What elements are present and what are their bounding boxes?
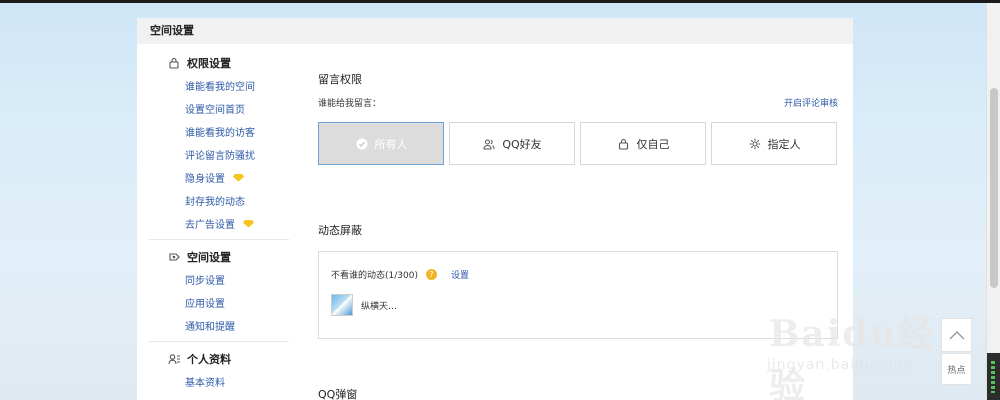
who-can-message-label: 谁能给我留言： <box>318 99 382 109</box>
lock-icon <box>167 56 181 70</box>
nav-item-label: 通知和提醒 <box>185 322 235 333</box>
side-widget[interactable] <box>987 353 1000 400</box>
hot-topics-label: 热点 <box>947 365 966 376</box>
baidu-jingyan-watermark: Baidu经验 jingyan.baidu.com <box>755 293 945 400</box>
nav-item-archive-feeds[interactable]: 封存我的动态 <box>149 189 289 212</box>
nav-head-space-settings[interactable]: 空间设置 <box>149 246 289 268</box>
message-permission-title: 留言权限 <box>318 73 362 86</box>
nav-item-remove-ads[interactable]: 去广告设置 <box>149 212 289 235</box>
profile-icon <box>167 352 181 366</box>
option-label: QQ好友 <box>502 137 542 151</box>
option-label: 指定人 <box>767 137 801 151</box>
nav-item-label: 去广告设置 <box>185 220 235 231</box>
nav-head-profile[interactable]: 个人资料 <box>149 348 289 370</box>
nav-head-permissions[interactable]: 权限设置 <box>149 52 289 74</box>
blocked-friend-name: 纵横天… <box>361 301 398 312</box>
signal-bars-icon <box>991 361 995 393</box>
enable-comment-review-link[interactable]: 开启评论审核 <box>784 96 838 112</box>
message-permission-options: 所有人 QQ好友 仅自己 指定人 <box>318 122 838 165</box>
nav-item-label: 基本资料 <box>185 378 225 389</box>
lock-icon <box>617 137 631 151</box>
watermark-url: jingyan.baidu.com <box>767 357 914 373</box>
option-label: 所有人 <box>374 137 408 151</box>
nav-item-label: 同步设置 <box>185 276 225 287</box>
nav-item-label: 谁能看我的访客 <box>185 128 255 139</box>
panel-title: 空间设置 <box>137 18 853 44</box>
nav-item-who-can-view-space[interactable]: 谁能看我的空间 <box>149 74 289 97</box>
nav-item-label: 隐身设置 <box>185 174 225 185</box>
blocked-friend-item[interactable]: 纵横天… <box>331 293 825 317</box>
nav-item-label: 应用设置 <box>185 299 225 310</box>
nav-item-basic-profile[interactable]: 基本资料 <box>149 370 289 393</box>
help-icon[interactable]: ? <box>425 268 437 280</box>
feed-block-settings-link[interactable]: 设置 <box>451 268 469 281</box>
settings-nav: 权限设置 谁能看我的空间 设置空间首页 谁能看我的访客 评论留言防骚扰 隐身设置… <box>149 52 289 400</box>
option-only-me[interactable]: 仅自己 <box>580 122 706 165</box>
nav-head-label: 权限设置 <box>187 57 231 70</box>
qq-popup-title: QQ弹窗 <box>318 388 358 400</box>
nav-head-label: 个人资料 <box>187 353 231 366</box>
option-specified-people[interactable]: 指定人 <box>711 122 837 165</box>
nav-item-sync-settings[interactable]: 同步设置 <box>149 268 289 291</box>
nav-item-set-homepage[interactable]: 设置空间首页 <box>149 97 289 120</box>
diamond-icon <box>233 173 244 182</box>
nav-item-notifications[interactable]: 通知和提醒 <box>149 314 289 337</box>
nav-item-anti-harassment[interactable]: 评论留言防骚扰 <box>149 143 289 166</box>
avatar <box>331 294 353 316</box>
nav-item-label: 评论留言防骚扰 <box>185 151 255 162</box>
nav-item-label: 谁能看我的空间 <box>185 82 255 93</box>
nav-item-label: 封存我的动态 <box>185 197 245 208</box>
option-qq-friends[interactable]: QQ好友 <box>449 122 575 165</box>
option-label: 仅自己 <box>636 137 670 151</box>
check-circle-icon <box>355 137 369 151</box>
feed-block-title: 动态屏蔽 <box>318 224 362 237</box>
back-to-top-button[interactable] <box>941 318 972 352</box>
option-everyone[interactable]: 所有人 <box>318 122 444 165</box>
settings-panel: 空间设置 权限设置 谁能看我的空间 设置空间首页 谁能看我的访客 评论留言防骚扰… <box>137 18 853 400</box>
chevron-up-icon <box>949 331 964 340</box>
nav-item-label: 设置空间首页 <box>185 105 245 116</box>
gear-icon <box>748 137 762 151</box>
nav-head-label: 空间设置 <box>187 251 231 264</box>
nav-group-permissions: 权限设置 谁能看我的空间 设置空间首页 谁能看我的访客 评论留言防骚扰 隐身设置… <box>149 52 289 240</box>
nav-item-app-settings[interactable]: 应用设置 <box>149 291 289 314</box>
nav-group-space-settings: 空间设置 同步设置 应用设置 通知和提醒 <box>149 246 289 342</box>
hot-topics-button[interactable]: 热点 <box>941 353 972 385</box>
diamond-icon <box>243 219 254 228</box>
browser-top-bar <box>0 0 1000 3</box>
space-settings-icon <box>167 250 181 264</box>
friends-icon <box>482 137 496 151</box>
page-scrollbar[interactable] <box>986 3 1000 400</box>
nav-group-profile: 个人资料 基本资料 <box>149 348 289 397</box>
nav-item-who-can-view-visitors[interactable]: 谁能看我的访客 <box>149 120 289 143</box>
blocked-feeds-count: 不看谁的动态(1/300) <box>331 270 418 281</box>
nav-item-invisible-settings[interactable]: 隐身设置 <box>149 166 289 189</box>
scrollbar-thumb[interactable] <box>990 88 998 288</box>
watermark-brand: Baidu经验 <box>769 313 936 400</box>
